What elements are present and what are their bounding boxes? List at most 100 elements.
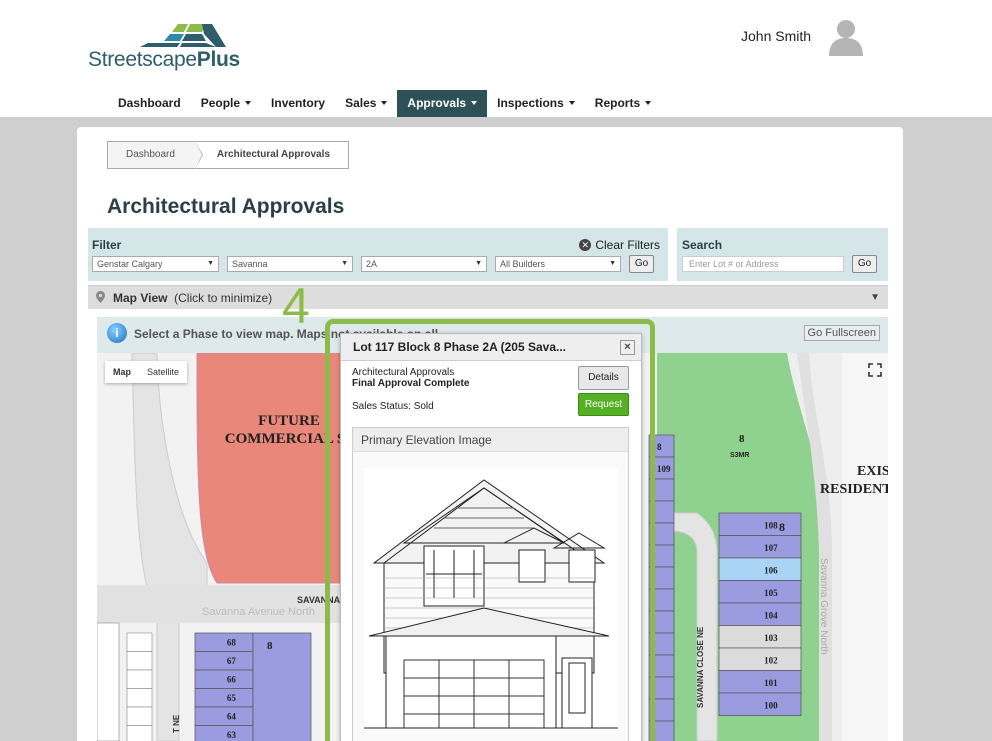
nav-item-sales[interactable]: Sales xyxy=(335,90,397,117)
lot-parcel[interactable] xyxy=(648,500,675,524)
nav-label: Dashboard xyxy=(118,96,181,110)
breadcrumb-dashboard[interactable]: Dashboard xyxy=(108,141,203,169)
phase-select[interactable]: 2A xyxy=(361,256,487,272)
nav-item-inventory[interactable]: Inventory xyxy=(261,90,335,117)
lot-102[interactable] xyxy=(718,647,802,671)
user-avatar-icon[interactable] xyxy=(826,16,866,56)
nav-item-reports[interactable]: Reports xyxy=(585,90,661,117)
lot-parcel[interactable] xyxy=(648,610,675,634)
lot-63[interactable] xyxy=(194,725,254,741)
community-select[interactable]: Savanna xyxy=(227,256,353,272)
lot-number: 63 xyxy=(227,730,237,740)
nav-item-inspections[interactable]: Inspections xyxy=(487,90,585,117)
lot-number: 108 xyxy=(764,520,778,530)
breadcrumb: Dashboard Architectural Approvals xyxy=(107,141,349,169)
lot-number: 104 xyxy=(764,610,778,620)
map-view-title: Map View xyxy=(113,291,168,305)
caret-down-icon xyxy=(645,100,652,105)
lot-number: 101 xyxy=(764,678,778,688)
step-number: 4 xyxy=(282,278,310,334)
lot-parcel[interactable] xyxy=(648,478,675,502)
collapse-triangle-icon[interactable]: ▼ xyxy=(870,292,880,303)
popup-close-button[interactable]: × xyxy=(620,340,635,355)
map-type-satellite[interactable]: Satellite xyxy=(139,361,187,383)
search-input[interactable]: Enter Lot # or Address xyxy=(682,256,844,272)
lot-number: 8 xyxy=(657,442,662,452)
lot-parcel[interactable] xyxy=(648,720,675,741)
lot-67[interactable] xyxy=(194,651,254,671)
filter-box: Filter ✕Clear Filters Genstar Calgary Sa… xyxy=(88,228,668,281)
streetscape-logo[interactable]: StreetscapePlus xyxy=(88,22,248,72)
elevation-image-panel: Primary Elevation Image xyxy=(352,427,629,741)
lot-parcel[interactable] xyxy=(126,706,153,726)
nav-item-dashboard[interactable]: Dashboard xyxy=(108,90,191,117)
lot-104[interactable] xyxy=(718,602,802,626)
filter-go-button[interactable]: Go xyxy=(629,255,654,273)
user-name[interactable]: John Smith xyxy=(741,28,811,44)
lot-parcel[interactable] xyxy=(648,632,675,656)
popup-approval-status: Final Approval Complete xyxy=(352,378,470,389)
caret-down-icon xyxy=(471,100,478,105)
app-header: StreetscapePlus John Smith Dashboard Peop… xyxy=(0,0,992,117)
map-view-bar[interactable]: Map View (Click to minimize) ▼ xyxy=(88,285,888,309)
lot-parcel[interactable] xyxy=(648,698,675,722)
lot-101[interactable] xyxy=(718,670,802,694)
lot-108[interactable] xyxy=(718,512,802,536)
search-box: Search Enter Lot # or Address Go xyxy=(677,228,888,281)
lot-106[interactable] xyxy=(718,557,802,581)
region-select[interactable]: Genstar Calgary xyxy=(92,256,219,272)
lot-parcel[interactable] xyxy=(126,632,153,652)
lot-parcel[interactable] xyxy=(648,434,675,458)
lot-103[interactable] xyxy=(718,625,802,649)
go-fullscreen-button[interactable]: Go Fullscreen xyxy=(803,325,880,341)
nav-item-approvals[interactable]: Approvals xyxy=(397,90,488,117)
filter-title: Filter xyxy=(92,238,122,252)
map-label-avenue-faint: Savanna Avenue North xyxy=(202,606,315,618)
search-title: Search xyxy=(682,238,723,252)
nav-item-people[interactable]: People xyxy=(191,90,261,117)
search-go-button[interactable]: Go xyxy=(852,255,877,273)
lot-105[interactable] xyxy=(718,580,802,604)
lot-parcel[interactable] xyxy=(648,566,675,590)
lot-107[interactable] xyxy=(718,535,802,559)
map-type-control: Map Satellite xyxy=(105,361,188,383)
lot-65[interactable] xyxy=(194,688,254,708)
lot-number: 64 xyxy=(227,712,237,722)
elevation-image-title: Primary Elevation Image xyxy=(353,428,628,452)
request-button[interactable]: Request xyxy=(578,393,629,416)
logo-wordmark: StreetscapePlus xyxy=(88,48,240,71)
popup-title-bar: Lot 117 Block 8 Phase 2A (205 Sava... × xyxy=(341,334,641,361)
map-label-block8-right: 8 xyxy=(779,520,785,534)
map-fullscreen-icon[interactable] xyxy=(868,363,882,377)
lot-parcel[interactable] xyxy=(648,522,675,546)
clear-filters-label: Clear Filters xyxy=(595,238,660,252)
lot-number: 68 xyxy=(227,638,237,648)
popup-title: Lot 117 Block 8 Phase 2A (205 Sava... xyxy=(353,340,566,354)
popup-approval-type: Architectural Approvals xyxy=(352,367,455,378)
map-pin-icon xyxy=(96,291,105,303)
details-button[interactable]: Details xyxy=(578,366,629,390)
lot-number: 105 xyxy=(764,588,778,598)
house-elevation-drawing[interactable] xyxy=(364,468,618,730)
lot-parcel[interactable] xyxy=(648,676,675,700)
main-nav: Dashboard People Inventory Sales Approvals In… xyxy=(108,90,661,117)
lot-66[interactable] xyxy=(194,669,254,689)
nav-label: Sales xyxy=(345,96,377,110)
lot-parcel[interactable] xyxy=(126,651,153,671)
lot-64[interactable] xyxy=(194,706,254,726)
lot-100[interactable] xyxy=(718,692,802,716)
lot-parcel[interactable] xyxy=(126,688,153,708)
lot-parcel[interactable] xyxy=(126,725,153,741)
lot-68[interactable] xyxy=(194,632,254,652)
map-label-resident: RESIDENT xyxy=(820,482,888,497)
lot-number: 100 xyxy=(764,700,778,710)
builder-select[interactable]: All Builders xyxy=(495,256,621,272)
map-label-street-left: T NE xyxy=(172,714,181,733)
lot-parcel[interactable] xyxy=(648,544,675,568)
clear-filters-button[interactable]: ✕ Clear Filters xyxy=(579,238,660,252)
lot-parcel[interactable] xyxy=(648,654,675,678)
lot-parcel[interactable] xyxy=(126,669,153,689)
map-type-map[interactable]: Map xyxy=(105,361,139,383)
lot-parcel[interactable] xyxy=(648,588,675,612)
lot-block[interactable] xyxy=(252,632,312,741)
